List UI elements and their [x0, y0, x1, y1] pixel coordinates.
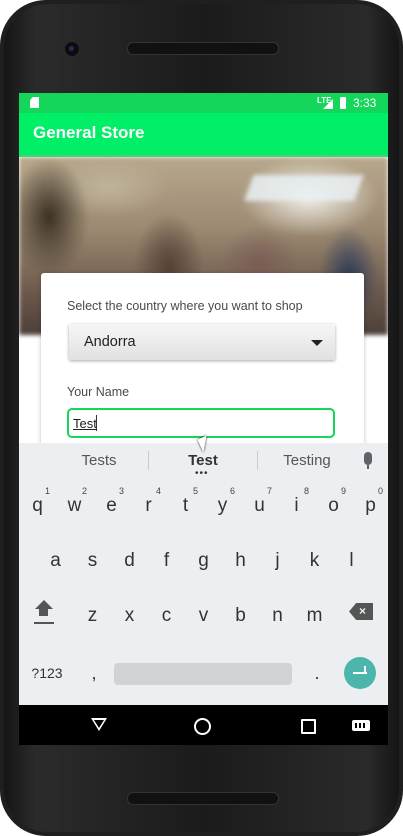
key-r[interactable]: r4	[130, 486, 167, 524]
front-camera	[65, 42, 79, 56]
key-u[interactable]: u7	[241, 486, 278, 524]
key-label: q	[32, 495, 43, 516]
suggestion-3[interactable]: Testing	[252, 452, 362, 469]
recents-square-icon[interactable]	[301, 719, 316, 734]
bottom-speaker	[127, 792, 279, 805]
key-z[interactable]: z	[74, 598, 111, 634]
key-hint: 4	[155, 486, 161, 496]
key-o[interactable]: o9	[315, 486, 352, 524]
soft-keyboard: Tests Test ••• Testing q1w2e3r4t5y6u7i8o…	[19, 443, 388, 705]
key-hint: 2	[81, 486, 87, 496]
hero-image-detail	[244, 175, 364, 201]
phone-frame: LTE 3:33 General Store Select the countr…	[0, 0, 403, 836]
key-s[interactable]: s	[74, 543, 111, 579]
name-input[interactable]: Test	[67, 408, 335, 438]
signal-icon	[323, 99, 333, 109]
shift-arrow	[35, 600, 53, 609]
country-selected-value: Andorra	[84, 334, 136, 350]
key-x[interactable]: x	[111, 598, 148, 634]
back-triangle-icon[interactable]	[91, 718, 107, 731]
key-label: p	[365, 495, 376, 516]
text-caret	[96, 415, 97, 431]
key-hint: 6	[229, 486, 235, 496]
backspace-x: ×	[359, 604, 367, 618]
key-d[interactable]: d	[111, 543, 148, 579]
key-hint: 8	[303, 486, 309, 496]
suggestion-1[interactable]: Tests	[44, 452, 154, 469]
key-hint: 0	[377, 486, 383, 496]
key-n[interactable]: n	[259, 598, 296, 634]
period-key[interactable]: .	[302, 658, 332, 688]
key-label: o	[328, 495, 339, 516]
app-bar: General Store	[19, 113, 388, 157]
key-f[interactable]: f	[148, 543, 185, 579]
status-time: 3:33	[353, 96, 377, 110]
space-key[interactable]	[114, 663, 292, 685]
key-q[interactable]: q1	[19, 486, 56, 524]
symbols-key[interactable]: ?123	[27, 658, 67, 688]
key-g[interactable]: g	[185, 543, 222, 579]
suggestion-2[interactable]: Test	[148, 452, 258, 469]
key-w[interactable]: w2	[56, 486, 93, 524]
key-label: r	[145, 495, 152, 516]
key-p[interactable]: p0	[352, 486, 388, 524]
key-hint: 5	[192, 486, 198, 496]
keyboard-icon[interactable]	[352, 720, 370, 731]
key-hint: 7	[266, 486, 272, 496]
key-hint: 9	[340, 486, 346, 496]
key-hint: 3	[118, 486, 124, 496]
key-hint: 1	[44, 486, 50, 496]
status-bar: LTE 3:33	[19, 93, 388, 113]
key-label: i	[294, 495, 299, 516]
more-suggestions-icon: •••	[195, 468, 209, 479]
key-label: u	[254, 495, 265, 516]
key-i[interactable]: i8	[278, 486, 315, 524]
back-triangle-hole	[94, 720, 104, 728]
key-l[interactable]: l	[333, 543, 370, 579]
battery-charging-icon	[340, 97, 346, 109]
home-circle-icon[interactable]	[194, 718, 211, 735]
key-h[interactable]: h	[222, 543, 259, 579]
key-label: e	[106, 495, 117, 516]
microphone-icon[interactable]	[364, 452, 372, 469]
key-v[interactable]: v	[185, 598, 222, 634]
backspace-icon[interactable]: ×	[349, 603, 373, 620]
key-a[interactable]: a	[37, 543, 74, 579]
navigation-bar	[19, 705, 388, 745]
key-e[interactable]: e3	[93, 486, 130, 524]
shift-stem	[39, 609, 48, 616]
key-b[interactable]: b	[222, 598, 259, 634]
name-label: Your Name	[67, 385, 130, 399]
key-m[interactable]: m	[296, 598, 333, 634]
key-c[interactable]: c	[148, 598, 185, 634]
key-label: w	[67, 495, 82, 516]
dropdown-arrow-icon	[311, 340, 323, 346]
country-dropdown[interactable]: Andorra	[69, 324, 335, 360]
key-y[interactable]: y6	[204, 486, 241, 524]
sim-card-icon	[30, 97, 39, 108]
earpiece-speaker	[127, 42, 279, 55]
key-t[interactable]: t5	[167, 486, 204, 524]
key-k[interactable]: k	[296, 543, 333, 579]
country-label: Select the country where you want to sho…	[67, 299, 303, 313]
device-screen: LTE 3:33 General Store Select the countr…	[19, 93, 388, 745]
app-title: General Store	[33, 123, 145, 142]
key-j[interactable]: j	[259, 543, 296, 579]
key-label: t	[182, 495, 189, 516]
shift-underline	[34, 622, 54, 624]
key-label: y	[217, 495, 228, 516]
name-input-value: Test	[73, 416, 97, 431]
comma-key[interactable]: ,	[79, 658, 109, 688]
shift-icon[interactable]	[33, 600, 55, 626]
enter-icon[interactable]	[344, 657, 376, 689]
